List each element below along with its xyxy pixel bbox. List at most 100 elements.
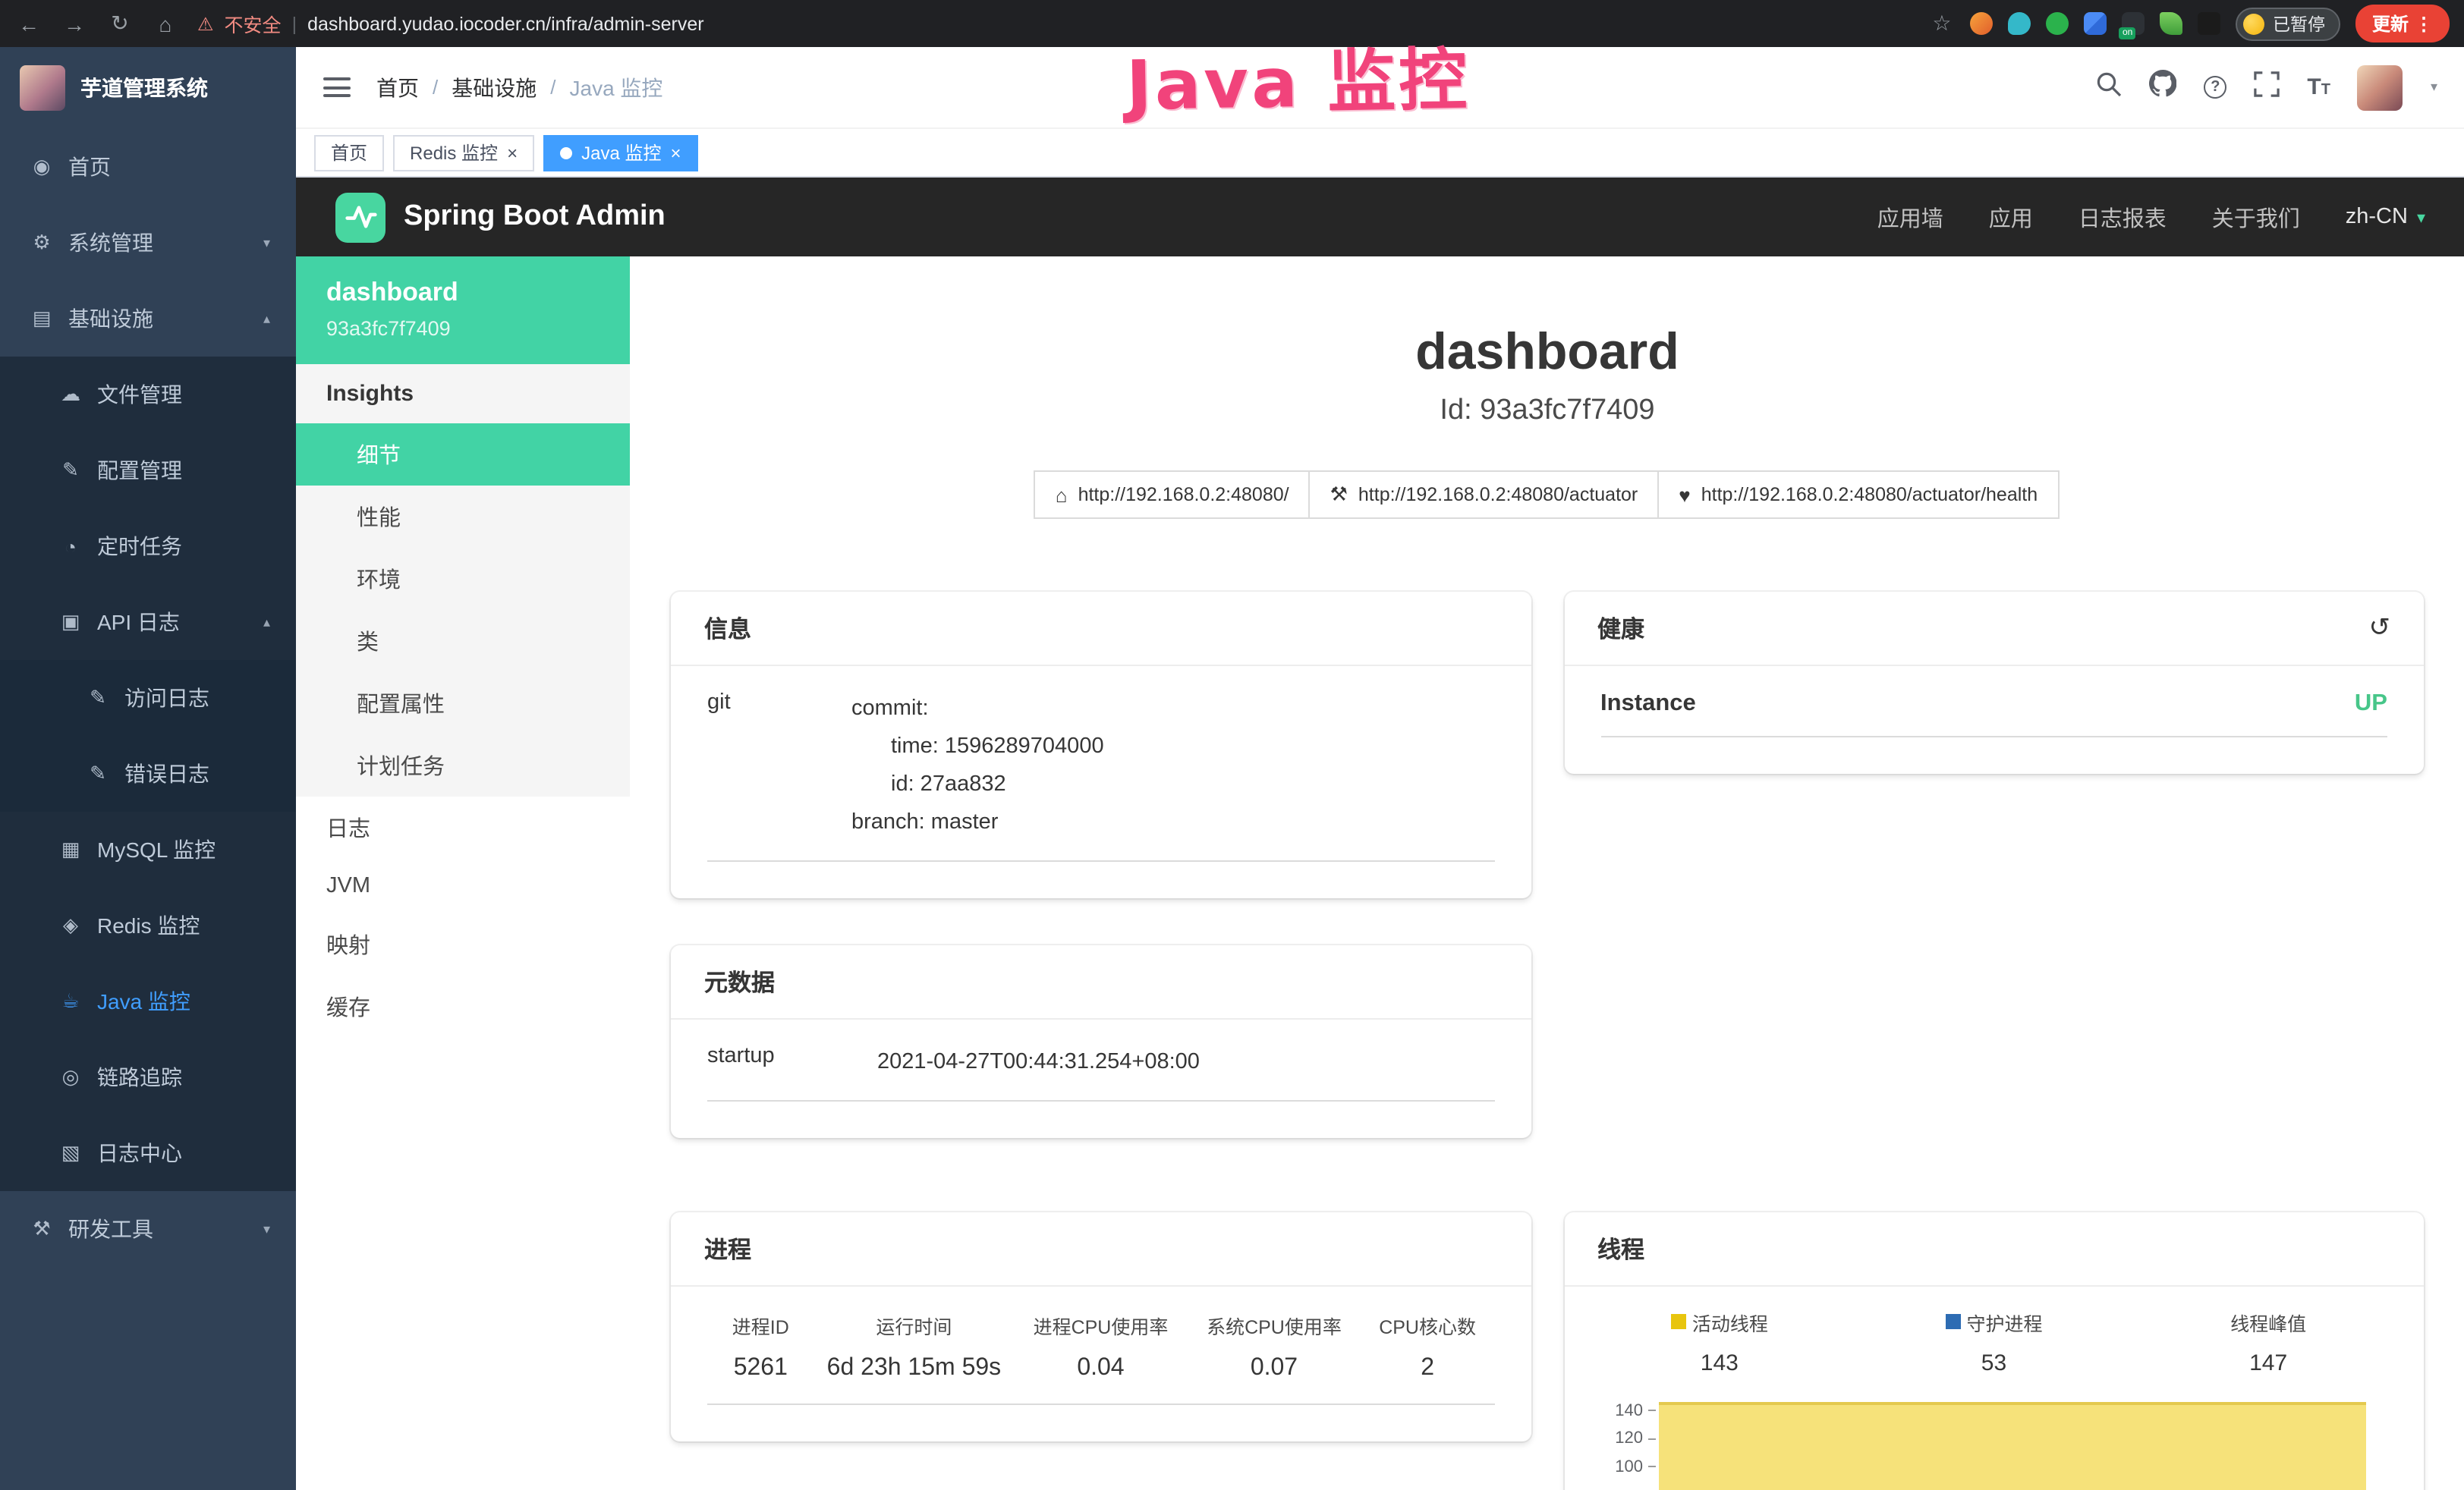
actuator-url-link[interactable]: ⚒ http://192.168.0.2:48080/actuator [1309, 470, 1660, 519]
chevron-down-icon: ▾ [263, 234, 270, 251]
sidebar-item-label: 研发工具 [68, 1214, 153, 1244]
y-tick: 120 [1615, 1425, 1655, 1453]
sidebar-item-infrastructure[interactable]: ▤ 基础设施 ▴ [0, 281, 296, 357]
reload-icon[interactable]: ↻ [106, 11, 134, 36]
instance-header[interactable]: dashboard 93a3fc7f7409 [296, 256, 630, 364]
paused-badge[interactable]: 已暂停 [2236, 7, 2340, 40]
back-icon[interactable]: ← [15, 11, 42, 36]
metadata-card-title: 元数据 [671, 945, 1531, 1020]
history-icon[interactable]: ↺ [2369, 613, 2391, 643]
cards-grid: 信息 git commit: time: 1596289704000 id: 2… [630, 592, 2464, 1490]
emoji-face-icon [2244, 13, 2265, 34]
breadcrumb-infrastructure[interactable]: 基础设施 [452, 72, 537, 102]
sidebar-item-home[interactable]: ◉ 首页 [0, 129, 296, 205]
extension-icon-drop[interactable] [2009, 12, 2031, 35]
sidebar-item-api-logs[interactable]: ▣ API 日志 ▴ [0, 584, 296, 660]
spring-boot-admin-logo-icon[interactable] [335, 192, 385, 242]
breadcrumb: 首页 / 基础设施 / Java 监控 [376, 72, 662, 102]
user-avatar[interactable] [2358, 64, 2403, 110]
avatar-caret-icon[interactable]: ▾ [2431, 79, 2437, 96]
process-col-system-cpu: 系统CPU使用率 0.07 [1207, 1310, 1342, 1382]
page-subtitle: Id: 93a3fc7f7409 [630, 395, 2464, 428]
sba-item-mappings[interactable]: 映射 [296, 913, 630, 976]
fullscreen-icon[interactable] [2254, 71, 2280, 104]
sidebar-item-java-monitor[interactable]: ☕ Java 监控 [0, 963, 296, 1039]
sidebar-item-dev-tools[interactable]: ⚒ 研发工具 ▾ [0, 1191, 296, 1267]
chevron-down-icon: ▾ [2417, 207, 2425, 227]
search-icon[interactable] [2096, 71, 2122, 104]
sba-body: dashboard 93a3fc7f7409 Insights 细节 性能 环境… [296, 256, 2464, 1490]
app-sidebar: 芋道管理系统 ◉ 首页 ⚙ 系统管理 ▾ ▤ 基础设施 ▴ ☁ 文件管理 ✎ 配… [0, 47, 296, 1490]
brand-title: 芋道管理系统 [80, 73, 208, 103]
sidebar-item-config-management[interactable]: ✎ 配置管理 [0, 432, 296, 508]
sidebar-item-system-management[interactable]: ⚙ 系统管理 ▾ [0, 205, 296, 281]
sidebar-item-log-center[interactable]: ▧ 日志中心 [0, 1115, 296, 1191]
tab-home[interactable]: 首页 [314, 134, 384, 171]
screen: ← → ↻ ⌂ ⚠ 不安全 | dashboard.yudao.iocoder.… [0, 0, 2464, 1490]
sidebar-item-tracing[interactable]: ◎ 链路追踪 [0, 1039, 296, 1115]
page-title: dashboard [630, 323, 2464, 382]
y-tick: 100 [1615, 1453, 1655, 1481]
trace-icon: ◎ [58, 1065, 83, 1089]
sidebar-item-redis-monitor[interactable]: ◈ Redis 监控 [0, 888, 296, 963]
sba-nav-wallboard[interactable]: 应用墙 [1877, 201, 1943, 233]
sba-item-environment[interactable]: 环境 [296, 548, 630, 610]
sba-nav-about[interactable]: 关于我们 [2212, 201, 2300, 233]
wrench-icon: ⚒ [1330, 483, 1348, 507]
update-button[interactable]: 更新 ⋮ [2355, 5, 2450, 42]
status-badge: UP [2355, 690, 2387, 718]
close-icon[interactable]: × [670, 143, 681, 162]
tab-java-monitor[interactable]: Java 监控 × [543, 134, 697, 171]
column-header: 系统CPU使用率 [1207, 1310, 1342, 1339]
sba-item-config-props[interactable]: 配置属性 [296, 672, 630, 734]
sidebar-item-label: 文件管理 [97, 379, 182, 410]
chart-plot-area [1655, 1397, 2366, 1490]
sba-item-classes[interactable]: 类 [296, 610, 630, 672]
git-branch-line: branch: master [851, 804, 1494, 842]
row-label: startup [707, 1044, 877, 1082]
help-icon[interactable]: ? [2204, 76, 2226, 99]
sba-item-caches[interactable]: 缓存 [296, 976, 630, 1038]
on-badge: on [2119, 27, 2135, 39]
sidebar-item-scheduled-jobs[interactable]: ◔ 定时任务 [0, 508, 296, 584]
sidebar-item-access-logs[interactable]: ✎ 访问日志 [0, 660, 296, 736]
sidebar-item-file-management[interactable]: ☁ 文件管理 [0, 357, 296, 432]
breadcrumb-home[interactable]: 首页 [376, 72, 419, 102]
extension-icon-orange[interactable] [1971, 12, 1994, 35]
close-icon[interactable]: × [507, 143, 518, 162]
sidebar-item-mysql-monitor[interactable]: ▦ MySQL 监控 [0, 812, 296, 888]
extension-icon-switch[interactable]: on [2123, 12, 2145, 35]
process-card-body: 进程ID 5261 运行时间 6d 23h 15m 59s 进程CPU使用率 0… [671, 1286, 1531, 1441]
health-url-link[interactable]: ♥ http://192.168.0.2:48080/actuator/heal… [1657, 470, 2059, 519]
forward-icon[interactable]: → [61, 11, 88, 36]
sba-language-select[interactable]: zh-CN ▾ [2346, 205, 2425, 229]
github-icon[interactable] [2149, 70, 2176, 105]
sidebar-item-error-logs[interactable]: ✎ 错误日志 [0, 736, 296, 812]
sba-item-metrics[interactable]: 性能 [296, 486, 630, 548]
extension-icon-green-circle[interactable] [2047, 12, 2069, 35]
home-icon: ⌂ [1056, 483, 1068, 506]
sba-nav-applications[interactable]: 应用 [1989, 201, 2033, 233]
tab-redis-monitor[interactable]: Redis 监控 × [393, 134, 534, 171]
database-icon: ▦ [58, 838, 83, 862]
home-icon[interactable]: ⌂ [152, 11, 179, 36]
bookmark-star-icon[interactable]: ☆ [1928, 11, 1956, 36]
update-label: 更新 [2372, 11, 2409, 36]
sba-item-scheduled-tasks[interactable]: 计划任务 [296, 734, 630, 797]
sba-item-logs[interactable]: 日志 [296, 797, 630, 859]
extension-icon-leaf[interactable] [2160, 12, 2183, 35]
sba-item-jvm[interactable]: JVM [296, 859, 630, 913]
extension-icon-puzzle[interactable] [2198, 12, 2221, 35]
column-value: 2 [1379, 1354, 1476, 1382]
font-size-icon[interactable]: TT [2307, 74, 2330, 100]
sidebar-item-label: 系统管理 [68, 228, 153, 258]
column-value: 6d 23h 15m 59s [827, 1354, 1002, 1382]
sba-nav-journal[interactable]: 日志报表 [2079, 201, 2167, 233]
service-url-link[interactable]: ⌂ http://192.168.0.2:48080/ [1034, 470, 1311, 519]
column-header: 进程CPU使用率 [1034, 1310, 1169, 1339]
address-bar[interactable]: ⚠ 不安全 | dashboard.yudao.iocoder.cn/infra… [197, 9, 704, 38]
sba-item-details[interactable]: 细节 [296, 423, 630, 486]
brand-logo [20, 65, 65, 111]
collapse-sidebar-icon[interactable] [323, 77, 351, 97]
extension-icon-grid[interactable] [2085, 12, 2107, 35]
